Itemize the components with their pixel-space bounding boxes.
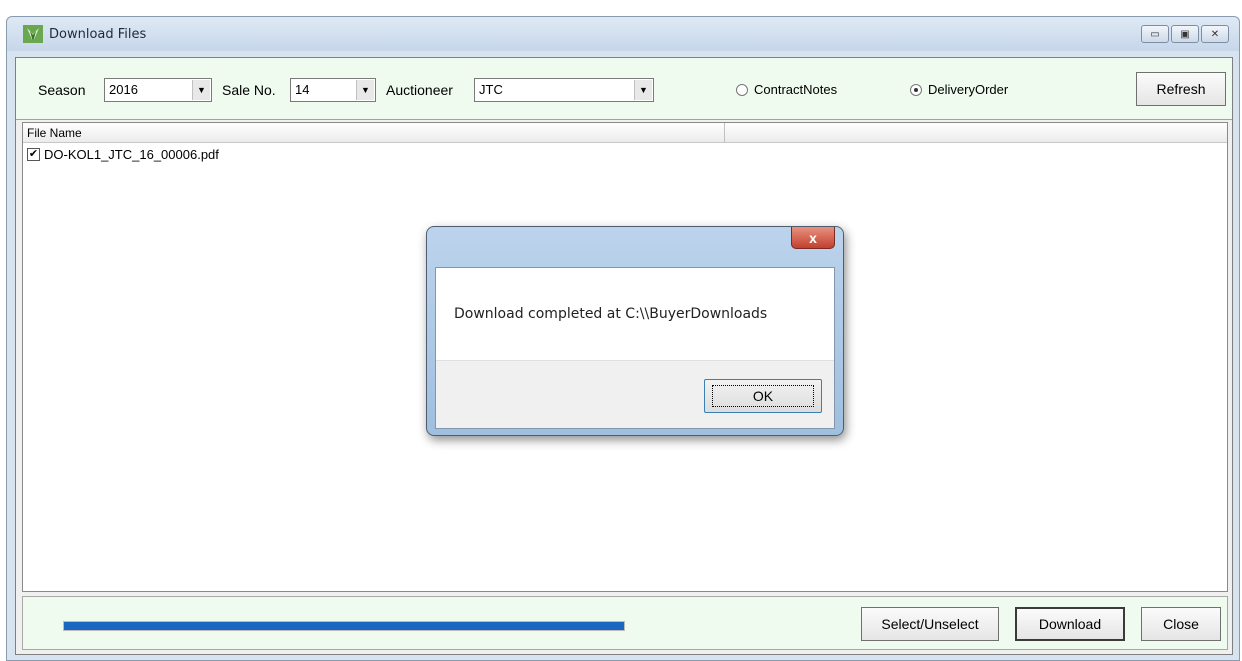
- list-item[interactable]: ✔ DO-KOL1_JTC_16_00006.pdf: [27, 147, 219, 162]
- close-button[interactable]: Close: [1141, 607, 1221, 641]
- dialog-body: Download completed at C:\\BuyerDownloads…: [435, 267, 835, 429]
- chevron-down-icon[interactable]: ▼: [356, 80, 374, 100]
- auctioneer-value: JTC: [479, 82, 503, 97]
- chevron-down-icon[interactable]: ▼: [634, 80, 652, 100]
- sale-no-value: 14: [295, 82, 310, 97]
- minimize-icon[interactable]: ▭: [1141, 25, 1169, 43]
- column-file-name[interactable]: File Name: [23, 123, 725, 143]
- dialog-message: Download completed at C:\\BuyerDownloads: [454, 306, 768, 322]
- close-window-icon[interactable]: ✕: [1201, 25, 1229, 43]
- column-empty[interactable]: [725, 123, 1229, 143]
- app-leaf-icon: [23, 25, 43, 43]
- season-value: 2016: [109, 82, 138, 97]
- maximize-icon[interactable]: ▣: [1171, 25, 1199, 43]
- radio-contract-notes[interactable]: ContractNotes: [736, 82, 837, 97]
- close-icon[interactable]: x: [791, 227, 835, 249]
- chevron-down-icon[interactable]: ▼: [192, 80, 210, 100]
- auctioneer-combo[interactable]: JTC ▼: [474, 78, 654, 102]
- dialog-footer: OK: [436, 360, 834, 428]
- title-bar[interactable]: Download Files ▭ ▣ ✕: [7, 17, 1239, 51]
- radio-selected-icon[interactable]: [910, 83, 922, 96]
- ok-button[interactable]: OK: [704, 379, 822, 413]
- ok-label: OK: [711, 385, 815, 407]
- file-name: DO-KOL1_JTC_16_00006.pdf: [44, 147, 219, 162]
- message-dialog: x Download completed at C:\\BuyerDownloa…: [426, 226, 844, 436]
- season-label: Season: [38, 82, 86, 98]
- sale-no-combo[interactable]: 14 ▼: [290, 78, 376, 102]
- download-button[interactable]: Download: [1015, 607, 1125, 641]
- radio-delivery-label: DeliveryOrder: [928, 82, 1009, 97]
- filter-toolbar: Season 2016 ▼ Sale No. 14 ▼ Auctioneer J…: [16, 58, 1232, 120]
- season-combo[interactable]: 2016 ▼: [104, 78, 212, 102]
- radio-unselected-icon[interactable]: [736, 83, 748, 96]
- progress-bar: [63, 621, 625, 631]
- window-title: Download Files: [49, 27, 147, 42]
- refresh-button[interactable]: Refresh: [1136, 72, 1226, 106]
- list-header: File Name: [23, 123, 1227, 143]
- progress-fill: [64, 622, 624, 630]
- auctioneer-label: Auctioneer: [386, 82, 453, 98]
- select-unselect-button[interactable]: Select/Unselect: [861, 607, 999, 641]
- footer-bar: Select/Unselect Download Close: [22, 596, 1228, 650]
- window-controls: ▭ ▣ ✕: [1141, 25, 1229, 43]
- radio-contract-label: ContractNotes: [754, 82, 838, 97]
- checkbox-checked-icon[interactable]: ✔: [27, 148, 40, 161]
- sale-no-label: Sale No.: [222, 82, 276, 98]
- radio-delivery-order[interactable]: DeliveryOrder: [910, 82, 1008, 97]
